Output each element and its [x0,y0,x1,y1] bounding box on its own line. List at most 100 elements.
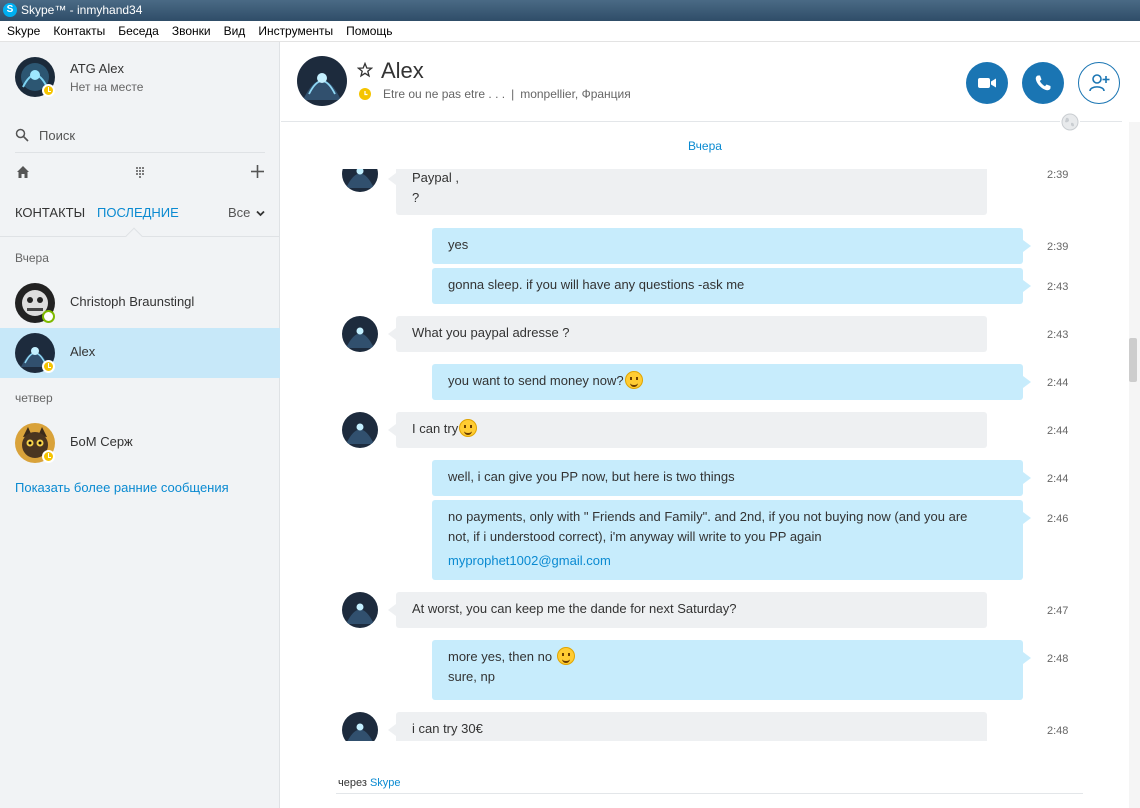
contact-name: Christoph Braunstingl [70,294,195,309]
conversation-title: Alex [381,58,424,83]
add-participant-button[interactable] [1078,62,1120,104]
filter-dropdown[interactable]: Все [228,205,265,220]
voice-call-button[interactable] [1022,62,1064,104]
message-line: you want to send money now? [448,371,1007,391]
message-line: more yes, then no [448,647,1007,667]
window-titlebar: S Skype™ - inmyhand34 [0,0,1140,21]
show-earlier-link[interactable]: Показать более ранние сообщения [15,480,229,495]
search-label: Поиск [39,127,76,143]
message-incoming[interactable]: At worst, you can keep me the dande for … [388,592,987,628]
message-text: no payments, only with " Friends and Fam… [448,509,968,524]
message-text: Paypal , [412,170,459,185]
add-contact-icon [1089,74,1110,92]
menu-skype[interactable]: Skype [7,24,40,38]
message-outgoing[interactable]: yes [432,228,1031,264]
message-outgoing[interactable]: more yes, then no sure, np [432,640,1031,700]
message-incoming[interactable]: i can try 30€ [388,712,987,741]
chevron-down-icon [256,210,265,217]
search-box[interactable]: Поиск [15,124,265,146]
plus-icon[interactable] [250,164,265,179]
phone-icon [1035,75,1051,91]
sender-avatar [342,412,378,448]
away-clock-icon [359,88,371,100]
menu-help[interactable]: Помощь [346,24,392,38]
sender-avatar [342,592,378,628]
message-time: 2:48 [1047,725,1069,737]
home-icon[interactable] [15,164,31,180]
message-incoming[interactable]: What you paypal adresse ? [388,316,987,352]
away-clock-icon [42,360,55,373]
group-label: четвер [15,391,53,405]
sender-avatar [342,712,378,741]
wink-emoji-icon [459,419,478,437]
menu-tools[interactable]: Инструменты [258,24,333,38]
message-incoming[interactable]: I can try [388,412,987,448]
message-outgoing[interactable]: well, i can give you PP now, but here is… [432,460,1031,496]
message-time: 2:39 [1047,169,1069,181]
away-clock-icon [42,84,55,97]
globe-icon [1061,113,1079,131]
message-time: 2:39 [1047,241,1069,253]
contact-item[interactable]: Christoph Braunstingl [0,278,280,328]
active-tab-indicator [125,227,143,245]
message-text: yes [448,237,469,252]
tab-recent[interactable]: ПОСЛЕДНИЕ [97,205,179,220]
star-icon[interactable] [357,62,373,78]
composer-divider [336,793,1083,794]
online-status-icon [42,310,55,323]
email-link[interactable]: myprophet1002@gmail.com [448,551,1007,571]
message-outgoing[interactable]: no payments, only with " Friends and Fam… [432,500,1031,580]
day-separator: Вчера [688,139,722,153]
tongue-emoji-icon [556,647,575,665]
message-text: gonna sleep. if you will have any questi… [448,277,745,292]
contact-item-active[interactable]: Alex [0,328,280,378]
tab-contacts[interactable]: КОНТАКТЫ [15,205,85,220]
message-text: more yes, then no [448,649,553,664]
menu-contacts[interactable]: Контакты [53,24,105,38]
contact-name: БоМ Серж [70,434,133,449]
mood-message: Etre ou ne pas etre . . . [383,87,506,101]
contact-tabs: КОНТАКТЫ ПОСЛЕДНИЕ Все [15,205,265,225]
message-text: sure, np [448,669,495,684]
conversation-pane: Alex Etre ou ne pas etre . . . | monpellie… [281,42,1140,808]
message-text: well, i can give you PP now, but here is… [448,469,735,484]
via-skype-link[interactable]: Skype [370,777,401,789]
profile-name[interactable]: ATG Alex [70,61,124,76]
mood-line: Etre ou ne pas etre . . . | monpellier, Фр… [383,87,631,101]
via-prefix: через [338,777,367,789]
profile-status[interactable]: Нет на месте [70,80,143,94]
message-time: 2:43 [1047,329,1069,341]
message-outgoing[interactable]: gonna sleep. if you will have any questi… [432,268,1031,304]
skype-logo-icon: S [3,3,17,17]
message-text: not, if i understood correct), i'm anywa… [448,529,822,544]
menu-conversation[interactable]: Беседа [118,24,159,38]
sender-avatar [342,169,378,192]
message-text: you want to send money now? [448,373,624,388]
menu-view[interactable]: Вид [224,24,246,38]
message-time: 2:44 [1047,425,1069,437]
contact-item[interactable]: БоМ Серж [0,418,280,468]
contact-name: Alex [70,344,96,359]
message-outgoing[interactable]: you want to send money now? [432,364,1031,400]
conversation-avatar[interactable] [297,56,347,106]
sender-avatar [342,316,378,352]
via-skype-label: через Skype [338,777,401,789]
menu-calls[interactable]: Звонки [172,24,211,38]
scrollbar-thumb[interactable] [1129,338,1137,382]
message-text: ? [412,190,420,205]
video-call-button[interactable] [966,62,1008,104]
sidebar-toolbar [15,164,265,184]
message-time: 2:47 [1047,605,1069,617]
menu-bar: Skype Контакты Беседа Звонки Вид Инструм… [0,21,1140,42]
globe-button[interactable] [1060,112,1080,132]
scrollbar-track[interactable] [1129,122,1140,808]
location: monpellier, Франция [520,87,631,101]
filter-label: Все [227,205,251,220]
divider [15,152,265,153]
video-call-icon [978,78,996,88]
separator: | [511,87,515,101]
message-text: What you paypal adresse ? [412,325,570,340]
message-incoming[interactable]: Paypal , ? [388,169,987,215]
dialpad-icon[interactable] [135,166,145,178]
message-time: 2:46 [1047,513,1069,525]
